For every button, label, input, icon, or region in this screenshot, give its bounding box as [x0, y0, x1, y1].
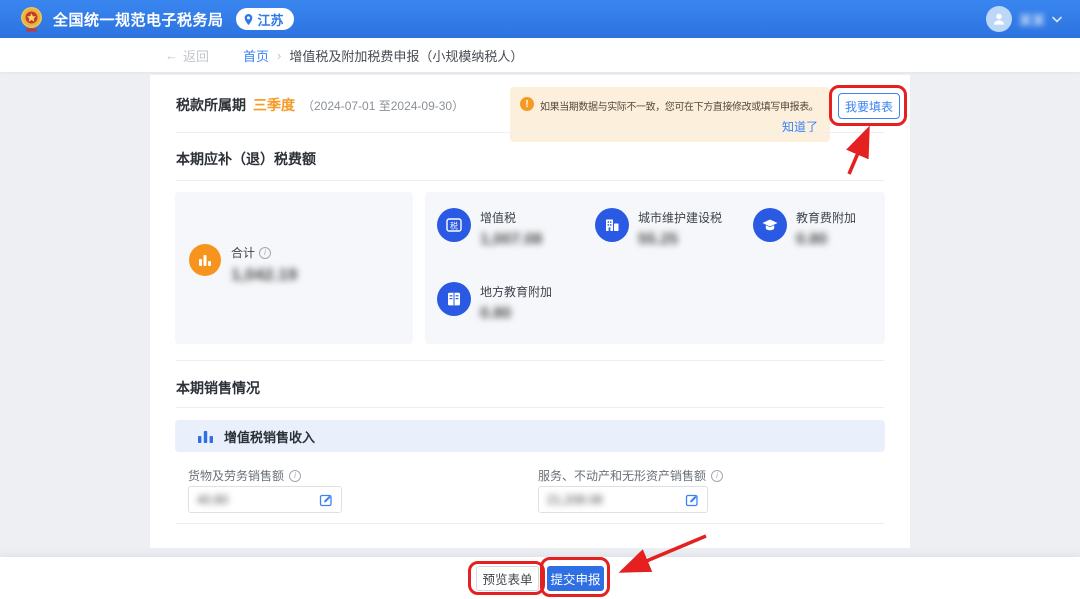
footer-bar: 预览表单 提交申报	[0, 557, 1080, 599]
total-item: 合计 i 1,042.19	[189, 244, 297, 285]
sales-section-title: 本期销售情况	[176, 378, 260, 398]
fill-form-button[interactable]: 我要填表	[838, 93, 900, 119]
services-sales-value: 21,208.08	[547, 493, 603, 507]
notice-alert: ! 如果当期数据与实际不一致，您可在下方直接修改或填写申报表。 知道了	[510, 87, 830, 142]
period-quarter: 三季度	[253, 95, 295, 115]
svg-text:税: 税	[450, 221, 458, 231]
region-selector[interactable]: 江苏	[236, 8, 294, 30]
notice-text: 如果当期数据与实际不一致，您可在下方直接修改或填写申报表。	[540, 98, 824, 113]
goods-sales-value: 40.80	[197, 493, 228, 507]
app-title: 全国统一规范电子税务局	[53, 9, 224, 30]
avatar	[986, 6, 1012, 32]
back-button[interactable]: ← 返回	[165, 46, 209, 65]
tax-item-value: 0.80	[796, 231, 856, 249]
tax-items-card: 税 增值税 1,007.08	[425, 192, 885, 344]
bar-chart-icon	[189, 244, 221, 276]
ledger-icon	[437, 282, 471, 316]
back-label: 返回	[183, 46, 209, 65]
sales-chart-icon	[197, 429, 214, 444]
goods-sales-label-text: 货物及劳务销售额	[188, 467, 284, 484]
user-menu[interactable]: 某某	[986, 6, 1062, 32]
tax-item-label: 城市维护建设税	[638, 209, 722, 226]
tax-item-value: 1,007.08	[480, 231, 542, 249]
vat-tax-icon: 税	[437, 208, 471, 242]
divider	[176, 180, 884, 181]
tax-period-row: 税款所属期 三季度 （2024-07-01 至2024-09-30）	[176, 95, 464, 115]
warning-icon: !	[520, 97, 534, 111]
edit-icon[interactable]	[685, 493, 699, 507]
total-label: 合计	[231, 244, 255, 261]
main-panel: 税款所属期 三季度 （2024-07-01 至2024-09-30） ! 如果当…	[150, 75, 910, 548]
summary-section-title: 本期应补（退）税费额	[176, 149, 316, 169]
divider	[176, 360, 884, 361]
location-pin-icon	[243, 13, 254, 26]
divider	[176, 523, 884, 524]
breadcrumb-current: 增值税及附加税费申报（小规模纳税人）	[289, 46, 523, 65]
info-icon[interactable]: i	[259, 247, 271, 259]
preview-form-button[interactable]: 预览表单	[476, 566, 539, 591]
tax-item-value: 0.80	[480, 305, 552, 323]
services-sales-input[interactable]: 21,208.08	[538, 486, 708, 513]
tax-item-label: 地方教育附加	[480, 283, 552, 300]
total-label-row: 合计 i	[231, 244, 297, 261]
vat-item: 税 增值税 1,007.08	[437, 208, 542, 249]
building-icon	[595, 208, 629, 242]
banner-title: 增值税销售收入	[224, 427, 315, 446]
goods-sales-input[interactable]: 40.80	[188, 486, 342, 513]
divider	[176, 132, 884, 133]
user-name: 某某	[1019, 10, 1045, 29]
region-label: 江苏	[258, 10, 284, 29]
local-education-item: 地方教育附加 0.80	[437, 282, 552, 323]
info-icon[interactable]: i	[711, 470, 723, 482]
vat-sales-banner: 增值税销售收入	[175, 420, 885, 452]
breadcrumb-home[interactable]: 首页	[243, 46, 269, 65]
back-arrow-icon: ←	[165, 48, 178, 63]
vat-declaration-page: 全国统一规范电子税务局 江苏 某某 ← 返回	[0, 0, 1080, 599]
tax-item-value: 55.25	[638, 231, 722, 249]
period-label: 税款所属期	[176, 95, 246, 115]
services-sales-label-text: 服务、不动产和无形资产销售额	[538, 467, 706, 484]
goods-sales-label: 货物及劳务销售额 i	[188, 467, 301, 484]
tax-bureau-emblem-icon	[18, 6, 45, 33]
period-range: （2024-07-01 至2024-09-30）	[302, 97, 464, 114]
education-surcharge-item: 教育费附加 0.80	[753, 208, 856, 249]
tax-item-label: 增值税	[480, 209, 542, 226]
chevron-down-icon	[1052, 16, 1062, 23]
urban-tax-item: 城市维护建设税 55.25	[595, 208, 722, 249]
total-card: 合计 i 1,042.19	[175, 192, 413, 344]
services-sales-label: 服务、不动产和无形资产销售额 i	[538, 467, 723, 484]
info-icon[interactable]: i	[289, 470, 301, 482]
breadcrumb: ← 返回 首页 › 增值税及附加税费申报（小规模纳税人）	[0, 38, 1080, 72]
graduation-cap-icon	[753, 208, 787, 242]
edit-icon[interactable]	[319, 493, 333, 507]
person-icon	[991, 11, 1007, 27]
total-value: 1,042.19	[231, 265, 297, 285]
submit-declaration-button[interactable]: 提交申报	[547, 566, 604, 591]
divider	[176, 407, 884, 408]
tax-item-label: 教育费附加	[796, 209, 856, 226]
breadcrumb-separator: ›	[277, 48, 281, 63]
app-header: 全国统一规范电子税务局 江苏 某某	[0, 0, 1080, 38]
